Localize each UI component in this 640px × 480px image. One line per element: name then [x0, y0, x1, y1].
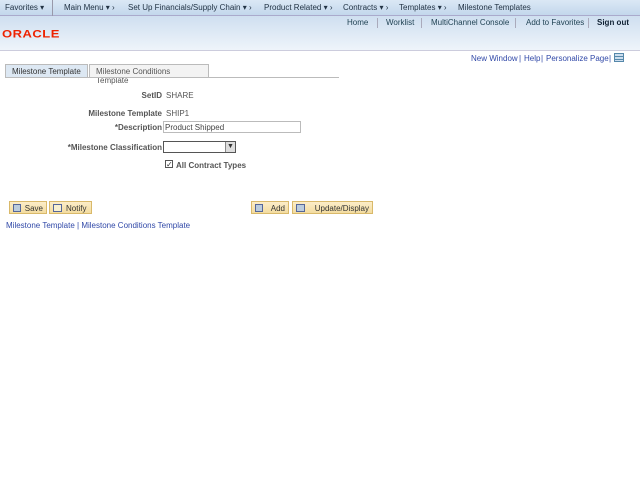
footer-link-milestone-conditions-template[interactable]: Milestone Conditions Template	[81, 221, 190, 230]
oracle-logo: ORACLE	[2, 27, 60, 40]
milestone-template-label: Milestone Template	[88, 109, 162, 118]
divider	[0, 50, 640, 51]
breadcrumb-contracts[interactable]: Contracts ▾ ›	[343, 3, 388, 12]
tab-milestone-template[interactable]: Milestone Template	[5, 64, 88, 77]
setid-value: SHARE	[166, 91, 194, 100]
new-window-link[interactable]: New Window	[471, 54, 518, 63]
description-input[interactable]	[163, 121, 301, 133]
add-button[interactable]: Add	[251, 201, 289, 214]
top-nav-bar: Favorites ▾ Main Menu ▾ › Set Up Financi…	[0, 0, 640, 16]
divider	[515, 18, 516, 28]
spreadsheet-icon[interactable]	[614, 53, 624, 62]
multichannel-console-link[interactable]: MultiChannel Console	[431, 18, 509, 27]
breadcrumb-templates[interactable]: Templates ▾ ›	[399, 3, 447, 12]
breadcrumb-milestone-templates[interactable]: Milestone Templates	[458, 3, 531, 12]
breadcrumb-setup[interactable]: Set Up Financials/Supply Chain ▾ ›	[128, 3, 252, 12]
breadcrumb-product-related[interactable]: Product Related ▾ ›	[264, 3, 333, 12]
footer-links: Milestone Template | Milestone Condition…	[6, 221, 191, 230]
help-link[interactable]: Help	[524, 54, 540, 63]
all-contract-types-label: All Contract Types	[176, 161, 247, 170]
add-icon	[255, 204, 263, 212]
favorites-menu[interactable]: Favorites ▾	[5, 3, 44, 12]
divider	[377, 18, 378, 28]
update-display-button[interactable]: Update/Display	[292, 201, 373, 214]
milestone-template-value: SHIP1	[166, 109, 190, 118]
divider	[52, 0, 53, 16]
notify-icon	[53, 204, 62, 212]
description-label: *Description	[114, 123, 162, 132]
footer-link-milestone-template[interactable]: Milestone Template	[6, 221, 75, 230]
add-to-favorites-link[interactable]: Add to Favorites	[526, 18, 584, 27]
all-contract-types-checkbox[interactable]: ✓	[165, 160, 173, 169]
personalize-page-link[interactable]: Personalize Page	[546, 54, 609, 63]
milestone-classification-select[interactable]: ▼	[163, 141, 236, 153]
save-button[interactable]: Save	[9, 201, 47, 214]
main-menu[interactable]: Main Menu ▾ ›	[64, 3, 115, 12]
milestone-classification-label: *Milestone Classification	[67, 143, 162, 152]
save-icon	[13, 204, 21, 212]
chevron-down-icon: ▼	[225, 142, 235, 152]
setid-label: SetID	[141, 91, 162, 100]
divider	[588, 18, 589, 28]
update-display-icon	[296, 204, 305, 212]
divider	[5, 77, 339, 78]
divider	[421, 18, 422, 28]
home-link[interactable]: Home	[347, 18, 368, 27]
sign-out-link[interactable]: Sign out	[597, 18, 629, 27]
tab-milestone-conditions-template[interactable]: Milestone Conditions Template	[89, 64, 209, 85]
worklist-link[interactable]: Worklist	[386, 18, 414, 27]
header: Home Worklist MultiChannel Console Add t…	[0, 16, 640, 50]
notify-button[interactable]: Notify	[49, 201, 92, 214]
